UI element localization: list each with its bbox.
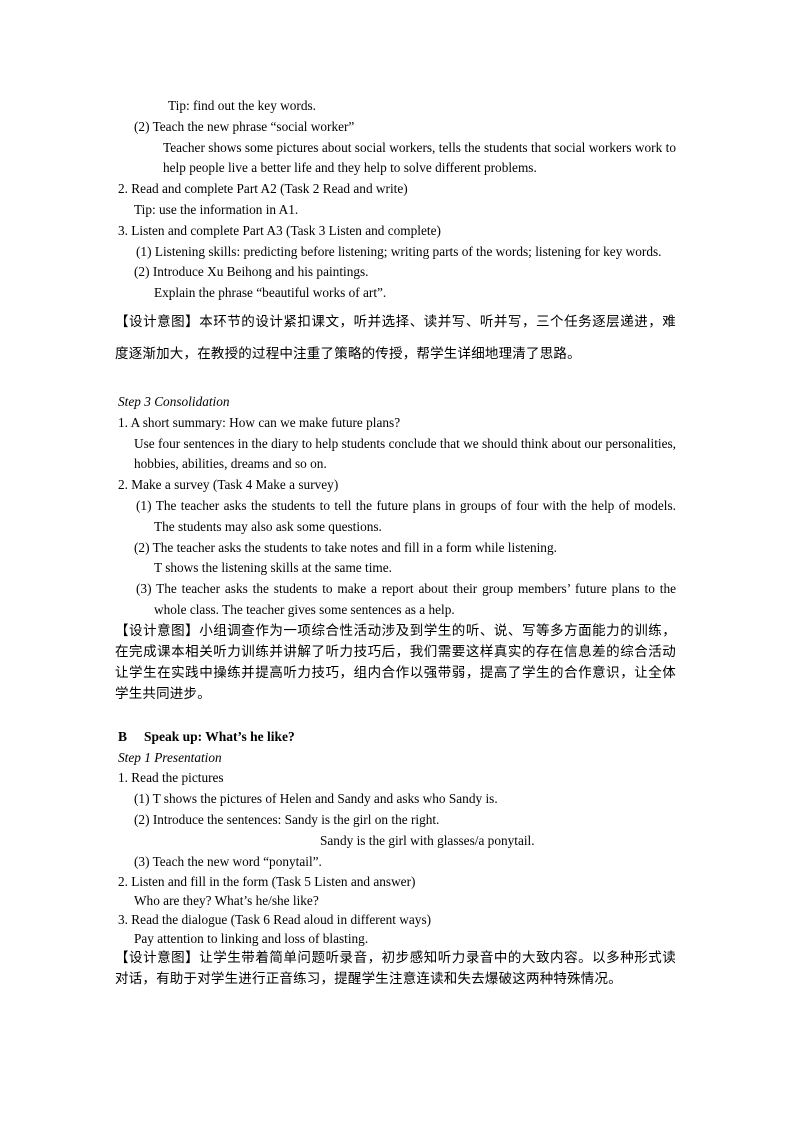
design-intent-note: 【设计意图】本环节的设计紧扣课文，听并选择、读并写、听并写，三个任务逐层递进，难…: [115, 313, 676, 362]
section-heading: B Speak up: What’s he like?: [118, 727, 676, 748]
list-item: (1) Listening skills: predicting before …: [136, 243, 662, 259]
list-item: 2. Read and complete Part A2 (Task 2 Rea…: [118, 181, 408, 197]
list-item: (2) The teacher asks the students to tak…: [134, 539, 557, 555]
list-item: (1) The teacher asks the students to tel…: [136, 497, 676, 534]
step-heading: Step 3 Consolidation: [118, 393, 230, 409]
paragraph: Teacher shows some pictures about social…: [163, 139, 676, 176]
paragraph: Use four sentences in the diary to help …: [134, 435, 676, 472]
list-item: (2) Introduce Xu Beihong and his paintin…: [134, 264, 369, 280]
list-item: 2. Listen and fill in the form (Task 5 L…: [118, 874, 416, 890]
list-item: 3. Read the dialogue (Task 6 Read aloud …: [118, 912, 432, 928]
section-letter: B: [118, 728, 128, 744]
list-item: (1) T shows the pictures of Helen and Sa…: [134, 791, 498, 807]
list-item: (2) Teach the new phrase “social worker”: [134, 118, 355, 134]
list-item: 1. Read the pictures: [118, 770, 224, 786]
list-item: (3) Teach the new word “ponytail”.: [134, 853, 322, 869]
section-title: Speak up: What’s he like?: [144, 728, 295, 744]
tip-line: Tip: use the information in A1.: [134, 201, 299, 217]
list-item: 2. Make a survey (Task 4 Make a survey): [118, 477, 339, 493]
paragraph: T shows the listening skills at the same…: [154, 560, 392, 576]
list-item: (3) The teacher asks the students to mak…: [136, 581, 676, 617]
paragraph: Pay attention to linking and loss of bla…: [134, 931, 369, 947]
list-item-continuation: Sandy is the girl with glasses/a ponytai…: [320, 832, 535, 848]
paragraph: Explain the phrase “beautiful works of a…: [154, 285, 387, 301]
tip-line: Tip: find out the key words.: [168, 98, 316, 113]
design-intent-note: 【设计意图】小组调查作为一项综合性活动涉及到学生的听、说、写等多方面能力的训练，…: [115, 622, 676, 702]
paragraph: Who are they? What’s he/she like?: [134, 893, 319, 909]
design-intent-note: 【设计意图】让学生带着简单问题听录音，初步感知听力录音中的大致内容。以多种形式读…: [115, 950, 676, 988]
list-item: 1. A short summary: How can we make futu…: [118, 414, 401, 430]
step-heading: Step 1 Presentation: [118, 749, 222, 765]
list-item: (2) Introduce the sentences: Sandy is th…: [134, 811, 440, 827]
list-item: 3. Listen and complete Part A3 (Task 3 L…: [118, 222, 441, 238]
document-page: Tip: find out the key words. (2) Teach t…: [115, 96, 676, 990]
